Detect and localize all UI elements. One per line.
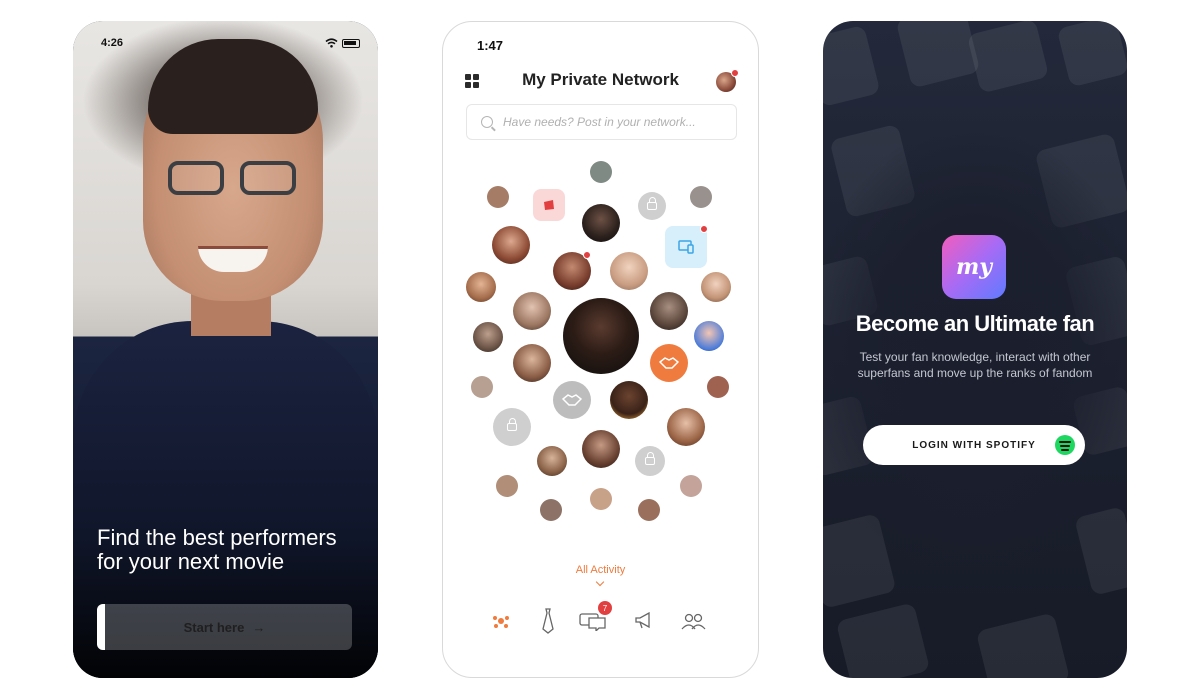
ultimate-fan-screen: my Become an Ultimate fan Test your fan …	[823, 21, 1127, 678]
contact-bubble[interactable]	[707, 376, 729, 398]
tie-icon	[542, 608, 554, 634]
bottom-tab-bar: 7	[443, 601, 758, 637]
status-time: 4:26	[101, 37, 124, 49]
contact-bubble[interactable]	[513, 344, 551, 382]
private-network-screen: 1:47 My Private Network Have needs? Post…	[442, 21, 759, 678]
contact-bubble[interactable]	[690, 186, 712, 208]
onboarding-headline: Find the best performers for your next m…	[97, 526, 367, 574]
devices-icon[interactable]	[665, 226, 707, 268]
contact-bubble[interactable]	[694, 321, 724, 351]
headline-line-2: for your next movie	[97, 549, 285, 574]
contact-bubble[interactable]	[610, 252, 648, 290]
network-header: My Private Network	[443, 69, 758, 94]
shopping-bag-icon[interactable]	[533, 189, 565, 221]
status-time: 1:47	[477, 38, 504, 53]
contact-bubble[interactable]	[667, 408, 705, 446]
contact-bubble-featured[interactable]	[563, 298, 639, 374]
contact-bubble[interactable]	[496, 475, 518, 497]
chevron-down-icon[interactable]	[595, 577, 605, 587]
tab-messages[interactable]: 7	[578, 601, 612, 635]
contact-bubble[interactable]	[590, 161, 612, 183]
start-here-label: Start here	[183, 619, 245, 635]
locked-contact-lock-icon[interactable]	[635, 446, 665, 476]
page-subtitle: Test your fan knowledge, interact with o…	[857, 350, 1093, 380]
contact-bubble[interactable]	[537, 446, 567, 476]
contact-bubble[interactable]	[487, 186, 509, 208]
contact-bubble[interactable]	[701, 272, 731, 302]
contact-bubble[interactable]	[638, 499, 660, 521]
contact-bubble[interactable]	[471, 376, 493, 398]
network-search-input[interactable]: Have needs? Post in your network...	[466, 104, 737, 140]
spotify-icon	[1055, 435, 1075, 455]
handshake-icon[interactable]	[650, 344, 688, 382]
profile-avatar[interactable]	[716, 69, 739, 92]
contact-bubble[interactable]	[582, 204, 620, 242]
network-dots-icon	[493, 616, 509, 628]
contact-bubble[interactable]	[473, 322, 503, 352]
messages-badge: 7	[598, 601, 612, 615]
cta-progress-bar	[97, 604, 105, 650]
contact-bubble[interactable]	[492, 226, 530, 264]
tab-jobs[interactable]	[533, 607, 563, 635]
page-title: My Private Network	[522, 70, 679, 89]
login-button-label: LOGIN WITH SPOTIFY	[912, 439, 1036, 451]
page-title: Become an Ultimate fan	[855, 311, 1095, 336]
contact-bubble[interactable]	[540, 499, 562, 521]
status-icons	[325, 38, 360, 48]
locked-contact-lock-icon[interactable]	[638, 192, 666, 220]
tab-announcements[interactable]	[629, 607, 659, 635]
app-logo: my	[942, 235, 1006, 299]
tab-network[interactable]	[486, 607, 516, 635]
contact-bubble[interactable]	[582, 430, 620, 468]
headline-line-1: Find the best performers	[97, 525, 337, 550]
contact-bubble[interactable]	[650, 292, 688, 330]
wifi-icon	[325, 38, 338, 48]
arrow-right-icon: →	[252, 619, 266, 635]
login-with-spotify-button[interactable]: LOGIN WITH SPOTIFY	[863, 425, 1085, 465]
start-here-button[interactable]: Start here →	[97, 604, 352, 650]
search-placeholder: Have needs? Post in your network...	[503, 115, 696, 129]
locked-contact-lock-icon[interactable]	[493, 408, 531, 446]
notification-dot	[731, 69, 739, 77]
devices-alert-dot	[700, 225, 708, 233]
contact-bubble[interactable]	[680, 475, 702, 497]
people-icon	[681, 613, 706, 630]
onboarding-screen-performers: 4:26 Find the best performers for your n…	[73, 21, 378, 678]
contact-alert-dot	[583, 251, 591, 259]
hero-photo-glasses	[168, 161, 298, 195]
status-bar: 4:26	[101, 35, 360, 51]
megaphone-icon	[635, 612, 650, 629]
contact-bubble[interactable]	[513, 292, 551, 330]
contact-bubble[interactable]	[466, 272, 496, 302]
handshake-icon-gray[interactable]	[553, 381, 591, 419]
contact-bubble[interactable]	[610, 381, 648, 419]
search-icon	[481, 116, 493, 128]
contact-bubble[interactable]	[590, 488, 612, 510]
all-activity-link[interactable]: All Activity	[443, 564, 758, 576]
tab-people[interactable]	[678, 607, 708, 635]
battery-icon	[342, 38, 360, 48]
